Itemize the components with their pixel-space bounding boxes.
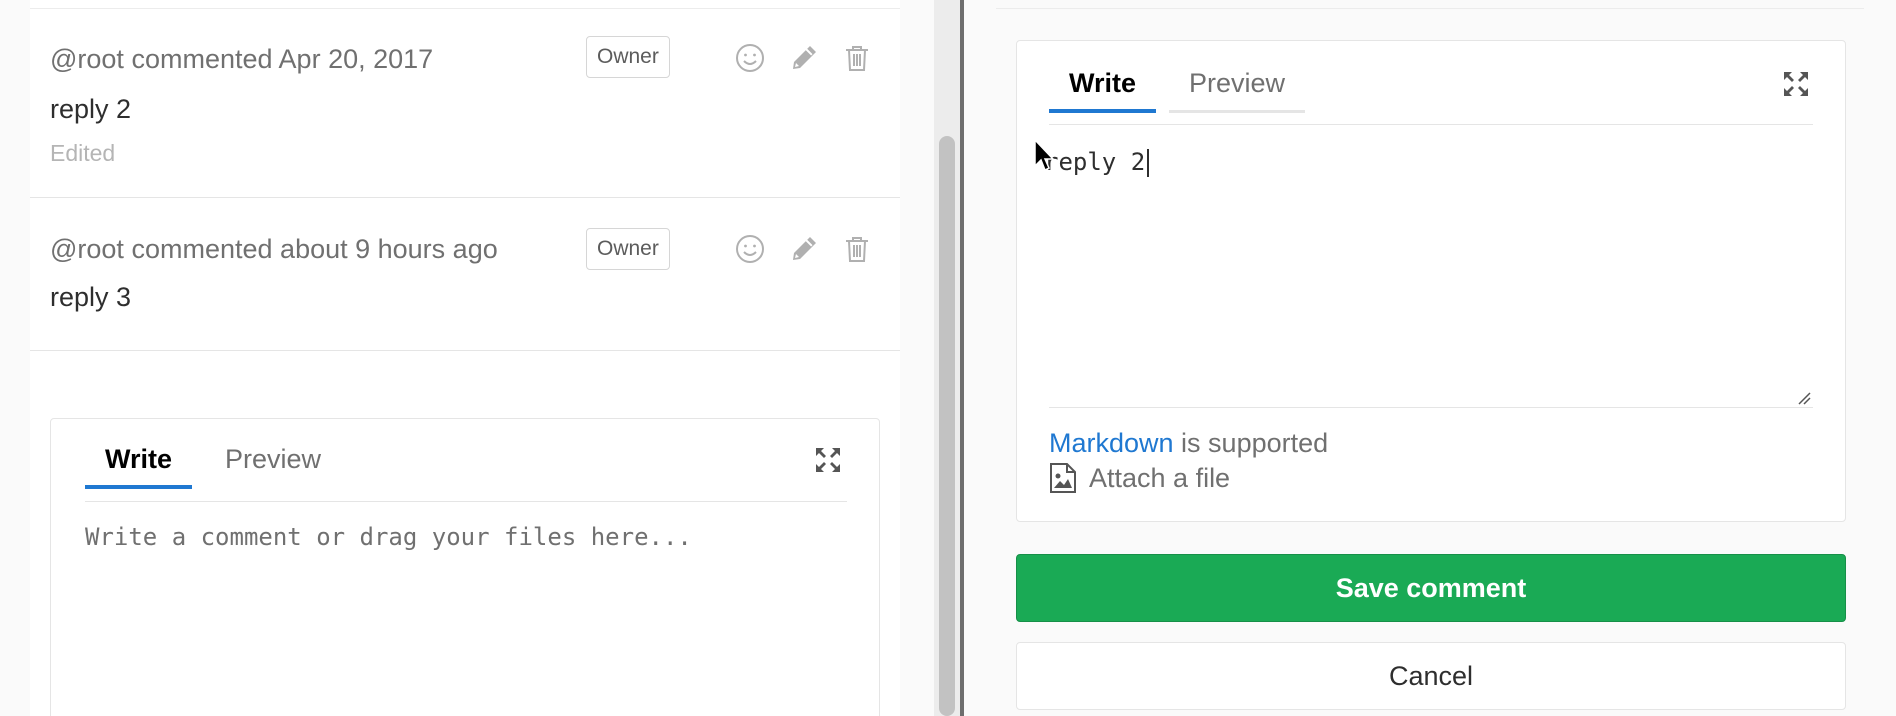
tab-write[interactable]: Write [85,429,193,489]
markdown-link[interactable]: Markdown [1049,428,1174,458]
mouse-cursor-icon [1034,138,1055,172]
note-author[interactable]: @root [50,234,124,264]
attach-file-label: Attach a file [1089,462,1231,493]
pencil-icon[interactable] [787,41,821,75]
save-comment-button[interactable]: Save comment [1016,554,1846,622]
discussion-thread: @root commented Apr 20, 2017 Owner reply… [30,0,900,716]
fullscreen-icon[interactable] [813,445,843,475]
fullscreen-icon[interactable] [1781,69,1811,99]
pencil-icon[interactable] [787,232,821,266]
note-header: @root commented Apr 20, 2017 [50,44,433,75]
divider [996,8,1864,9]
cancel-button[interactable]: Cancel [1016,642,1846,710]
textarea-bottom-border [1049,407,1813,408]
resize-handle-icon[interactable] [1797,391,1811,405]
notes-panel: @root commented Apr 20, 2017 Owner reply… [0,0,934,716]
image-icon [1050,463,1076,493]
note-action: commented [131,234,273,264]
edit-textarea[interactable]: reply 2 [1044,148,1150,177]
note-action: commented [131,44,273,74]
tab-write[interactable]: Write [1049,53,1157,113]
attach-file-button[interactable]: Attach a file [1049,462,1230,494]
left-gutter [0,0,30,716]
tab-divider [1049,124,1813,125]
markdown-hint: Markdown is supported [1049,428,1328,459]
tab-preview[interactable]: Preview [1169,53,1306,113]
tab-preview[interactable]: Preview [205,429,341,489]
scrollbar-thumb[interactable] [939,136,955,716]
comment-textarea[interactable]: Write a comment or drag your files here.… [85,523,845,716]
emoji-icon[interactable] [733,232,767,266]
note-item: @root commented about 9 hours ago Owner … [30,198,900,351]
owner-badge: Owner [586,36,670,78]
note-header: @root commented about 9 hours ago [50,234,498,265]
owner-badge: Owner [586,228,670,270]
note-timestamp[interactable]: Apr 20, 2017 [279,44,434,74]
trash-icon[interactable] [840,232,874,266]
tab-divider [85,501,847,502]
note-item: @root commented Apr 20, 2017 Owner reply… [30,8,900,198]
trash-icon[interactable] [840,41,874,75]
emoji-icon[interactable] [733,41,767,75]
edited-label: Edited [50,140,116,166]
note-body: reply 3 [50,282,132,312]
edit-textarea-value: reply 2 [1044,148,1146,176]
markdown-hint-suffix: is supported [1173,428,1329,458]
text-caret [1147,149,1150,177]
new-comment-form: Write Preview Write a comment or drag yo… [50,418,880,716]
note-body: reply 2 [50,94,132,124]
note-author[interactable]: @root [50,44,124,74]
note-timestamp[interactable]: about 9 hours ago [280,234,498,264]
